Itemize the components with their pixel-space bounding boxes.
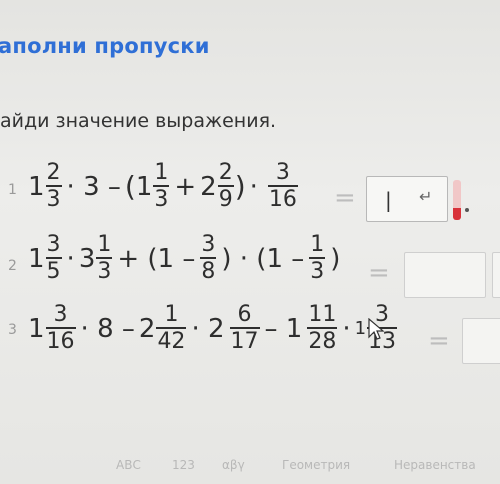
equals-sign: =: [368, 258, 390, 288]
numerator: 2: [218, 160, 233, 185]
operator: · 8 –: [80, 313, 135, 344]
error-indicator: [453, 180, 461, 220]
operator: ·: [249, 171, 258, 202]
whole-part: 2: [200, 171, 217, 202]
expression-3: 1 3 16 · 8 – 2 1 42 · 2 6 17 – 1 11 28 · 1 3…: [28, 304, 398, 353]
fraction: 1 42: [156, 302, 187, 354]
denominator: 8: [200, 257, 217, 284]
fraction: 13: [96, 232, 113, 284]
denominator: 3: [153, 185, 170, 212]
text-caret: |: [385, 188, 392, 212]
page-title: аполни пропуски: [0, 34, 210, 58]
fraction: 3 16: [45, 302, 76, 354]
answer-input-2b[interactable]: [492, 252, 500, 298]
operator: +: [174, 171, 197, 202]
operator: – 1: [264, 313, 303, 344]
mouse-pointer-icon: [368, 318, 385, 340]
denominator: 9: [217, 185, 234, 212]
whole-part: 1: [28, 243, 45, 274]
paren-close: ): [234, 170, 246, 203]
paren-close: ): [330, 243, 341, 274]
denominator: 17: [229, 327, 260, 354]
denominator: 16: [45, 327, 76, 354]
equals-sign: =: [334, 183, 356, 213]
denominator: 3: [45, 185, 62, 212]
denominator: 3: [309, 257, 326, 284]
operator: ·: [66, 243, 75, 274]
paren-open: (: [124, 170, 136, 203]
operator: · 3 –: [66, 171, 121, 202]
fraction: 23: [45, 160, 62, 212]
expression-2: 1 35 · 3 13 + (1 – 38 ) · (1 – 13 ): [28, 234, 344, 283]
denominator: 5: [45, 257, 62, 284]
numerator: 3: [53, 302, 68, 327]
task-number-2: 2: [8, 258, 17, 274]
task-number-1: 1: [8, 182, 17, 198]
whole-part: 1: [28, 171, 45, 202]
keyboard-tab-123[interactable]: 123: [172, 458, 195, 472]
whole-part: 3: [78, 243, 96, 274]
equals-sign: =: [428, 326, 450, 356]
denominator: 42: [156, 327, 187, 354]
task-number-3: 3: [8, 322, 17, 338]
keyboard-tab-greek[interactable]: αβγ: [222, 458, 245, 472]
fraction: 13: [309, 232, 326, 284]
numerator: 3: [201, 232, 216, 257]
fraction: 38: [200, 232, 217, 284]
enter-icon[interactable]: ↵: [419, 187, 432, 206]
whole-part: 1: [135, 171, 153, 202]
numerator: 11: [308, 302, 337, 327]
numerator: 1: [154, 160, 169, 185]
answer-input-3[interactable]: [462, 318, 500, 364]
fraction: 35: [45, 232, 62, 284]
denominator: 28: [307, 327, 338, 354]
numerator: 6: [237, 302, 252, 327]
operator: + (1 –: [117, 243, 196, 274]
numerator: 1: [310, 232, 325, 257]
answer-input-1[interactable]: | ↵: [366, 176, 448, 222]
fraction: 29: [217, 160, 234, 212]
operator: ) · (1 –: [221, 243, 305, 274]
instruction-text: айди значение выражения.: [0, 110, 277, 132]
numerator: 1: [97, 232, 112, 257]
fraction: 3 16: [267, 160, 298, 212]
keyboard-tab-geometry[interactable]: Геометрия: [282, 458, 350, 472]
fraction: 13: [153, 160, 170, 212]
whole-part: 1: [28, 313, 45, 344]
dot-mark: [465, 208, 469, 212]
numerator: 1: [164, 302, 179, 327]
whole-part: 1: [354, 318, 367, 339]
answer-input-2[interactable]: [404, 252, 486, 298]
fraction: 11 28: [307, 302, 338, 354]
keyboard-tab-abc[interactable]: АВС: [116, 458, 141, 472]
keyboard-tab-inequalities[interactable]: Неравенства: [394, 458, 476, 472]
denominator: 3: [96, 257, 113, 284]
numerator: 2: [46, 160, 61, 185]
expression-1: 1 23 · 3 – ( 1 13 + 2 29 ) · 3 16: [28, 162, 299, 211]
denominator: 16: [267, 185, 298, 212]
fraction: 6 17: [229, 302, 260, 354]
whole-part: 2: [138, 313, 156, 344]
operator: · 2: [191, 313, 225, 344]
numerator: 3: [275, 160, 290, 185]
operator: ·: [342, 313, 351, 344]
numerator: 3: [46, 232, 61, 257]
